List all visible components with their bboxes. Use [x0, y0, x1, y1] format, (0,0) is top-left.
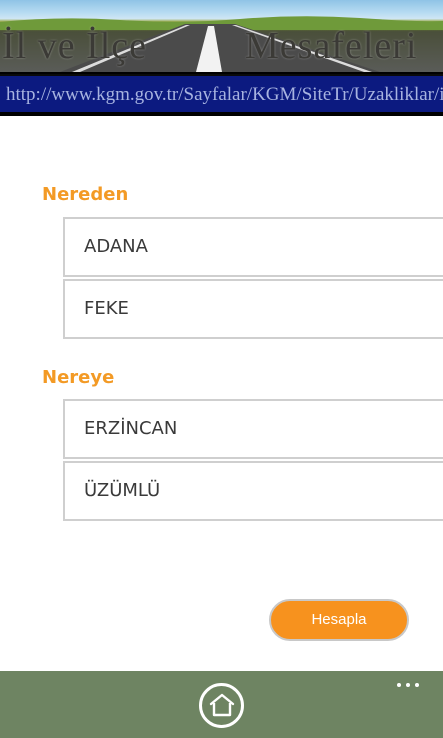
- more-icon[interactable]: [396, 681, 424, 689]
- source-url-bar: http://www.kgm.gov.tr/Sayfalar/KGM/SiteT…: [0, 74, 443, 112]
- banner-title-right: Mesafeleri: [245, 25, 418, 67]
- source-url: http://www.kgm.gov.tr/Sayfalar/KGM/SiteT…: [6, 84, 443, 105]
- from-label: Nereden: [42, 184, 129, 205]
- banner-title-left: İl ve İlçe: [2, 25, 148, 67]
- to-label: Nereye: [42, 367, 115, 388]
- app-bar: [0, 671, 443, 738]
- to-district-select[interactable]: ÜZÜMLÜ: [63, 461, 443, 521]
- header-banner: İl ve İlçe Mesafeleri http://www.kgm.gov…: [0, 0, 443, 116]
- home-button[interactable]: [199, 683, 244, 728]
- road-banner-image: İl ve İlçe Mesafeleri: [0, 0, 443, 72]
- from-district-select[interactable]: FEKE: [63, 279, 443, 339]
- home-icon: [209, 693, 235, 717]
- calculate-button[interactable]: Hesapla: [269, 599, 409, 641]
- from-city-select[interactable]: ADANA: [63, 217, 443, 277]
- to-city-select[interactable]: ERZİNCAN: [63, 399, 443, 459]
